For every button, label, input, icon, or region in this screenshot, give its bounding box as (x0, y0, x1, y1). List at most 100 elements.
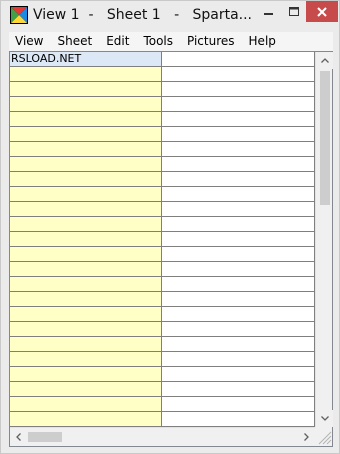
grid-row (10, 337, 315, 352)
grid-cell[interactable] (10, 262, 162, 277)
grid-row (10, 412, 315, 427)
grid-cell[interactable] (10, 247, 162, 262)
maximize-icon (289, 6, 299, 16)
grid-cell[interactable] (10, 82, 162, 97)
grid-row (10, 307, 315, 322)
scroll-up-button[interactable] (316, 52, 333, 69)
grid-cell[interactable] (162, 292, 315, 307)
scroll-right-button[interactable] (298, 428, 315, 446)
vertical-scrollbar[interactable] (315, 52, 333, 427)
grid-row (10, 82, 315, 97)
grid-cell[interactable] (162, 262, 315, 277)
minimize-button[interactable] (256, 1, 282, 22)
grid-row (10, 187, 315, 202)
grid-row (10, 202, 315, 217)
spreadsheet-frame: RSLOAD.NET (9, 51, 333, 447)
grid-cell[interactable] (10, 307, 162, 322)
menu-sheet[interactable]: Sheet (50, 32, 99, 51)
grid-cell[interactable] (10, 172, 162, 187)
minimize-icon (264, 12, 273, 15)
grid-row (10, 232, 315, 247)
grid-cell[interactable] (162, 247, 315, 262)
title-bar[interactable]: View 1 - Sheet 1 - Sparta... (1, 1, 339, 31)
menu-help[interactable]: Help (242, 32, 283, 51)
grid-cell[interactable] (162, 202, 315, 217)
grid-cell[interactable] (162, 412, 315, 427)
grid-row (10, 397, 315, 412)
grid-row (10, 292, 315, 307)
grid-cell[interactable] (10, 337, 162, 352)
menu-view[interactable]: View (9, 32, 50, 51)
grid-cell[interactable] (10, 202, 162, 217)
size-grip[interactable] (315, 427, 332, 446)
maximize-button[interactable] (282, 1, 306, 22)
window-title: View 1 - Sheet 1 - Sparta... (33, 7, 252, 23)
grid-row (10, 247, 315, 262)
grid-row (10, 352, 315, 367)
grid-cell[interactable] (10, 142, 162, 157)
grid-row (10, 262, 315, 277)
spartan-app-icon[interactable] (10, 6, 28, 24)
grid-cell[interactable] (162, 97, 315, 112)
grid-cell[interactable] (162, 67, 315, 82)
horizontal-scroll-thumb[interactable] (28, 432, 62, 442)
grid-row (10, 277, 315, 292)
grid-cell[interactable] (10, 67, 162, 82)
grid-cell[interactable] (162, 367, 315, 382)
grid-cell[interactable] (162, 382, 315, 397)
grid-row (10, 322, 315, 337)
grid-cell[interactable] (162, 232, 315, 247)
menu-tools[interactable]: Tools (136, 32, 180, 51)
grid-cell[interactable] (162, 127, 315, 142)
arrow-down-icon (320, 416, 329, 421)
arrow-right-icon (304, 433, 309, 441)
scroll-down-button[interactable] (316, 410, 333, 427)
menu-bar: View Sheet Edit Tools Pictures Help (9, 32, 333, 51)
grid-cell[interactable] (162, 142, 315, 157)
scroll-left-button[interactable] (10, 428, 27, 446)
grid-cell[interactable] (10, 352, 162, 367)
grid-cell[interactable] (162, 322, 315, 337)
grid-cell[interactable] (10, 382, 162, 397)
grid-cell-selected[interactable]: RSLOAD.NET (10, 52, 162, 67)
grid-cell[interactable] (10, 322, 162, 337)
arrow-left-icon (16, 433, 21, 441)
grid-cell[interactable] (10, 397, 162, 412)
menu-edit[interactable]: Edit (99, 32, 136, 51)
close-button[interactable] (306, 1, 338, 22)
grid-cell[interactable] (162, 112, 315, 127)
grid-cell[interactable] (162, 52, 315, 67)
grid-row (10, 217, 315, 232)
menu-pictures[interactable]: Pictures (180, 32, 242, 51)
grid-cell[interactable] (10, 292, 162, 307)
grid-row (10, 172, 315, 187)
grid-cell[interactable] (162, 157, 315, 172)
grid-cell[interactable] (162, 277, 315, 292)
grid-cell[interactable] (10, 232, 162, 247)
grid-cell[interactable] (10, 127, 162, 142)
grid-cell[interactable] (10, 187, 162, 202)
grid-cell[interactable] (162, 397, 315, 412)
grid-cell[interactable] (10, 277, 162, 292)
grid-cell[interactable] (162, 352, 315, 367)
grid-cell[interactable] (162, 187, 315, 202)
arrow-up-icon (320, 58, 329, 63)
grid-row (10, 127, 315, 142)
grid-row (10, 112, 315, 127)
grid-cell[interactable] (10, 97, 162, 112)
grid-cell[interactable] (162, 172, 315, 187)
grid-cell[interactable] (162, 307, 315, 322)
vertical-scroll-thumb[interactable] (320, 71, 330, 205)
grid-cell[interactable] (10, 217, 162, 232)
grid-cell[interactable] (162, 217, 315, 232)
grid-cell[interactable] (10, 412, 162, 427)
grid-cell[interactable] (162, 337, 315, 352)
grid-cell[interactable] (162, 82, 315, 97)
grid-cell[interactable] (10, 112, 162, 127)
grid-cell[interactable] (10, 157, 162, 172)
grid-row (10, 67, 315, 82)
horizontal-scrollbar[interactable] (10, 427, 315, 446)
grid-cell[interactable] (10, 367, 162, 382)
spreadsheet-grid[interactable]: RSLOAD.NET (10, 52, 315, 427)
grid-row: RSLOAD.NET (10, 52, 315, 67)
